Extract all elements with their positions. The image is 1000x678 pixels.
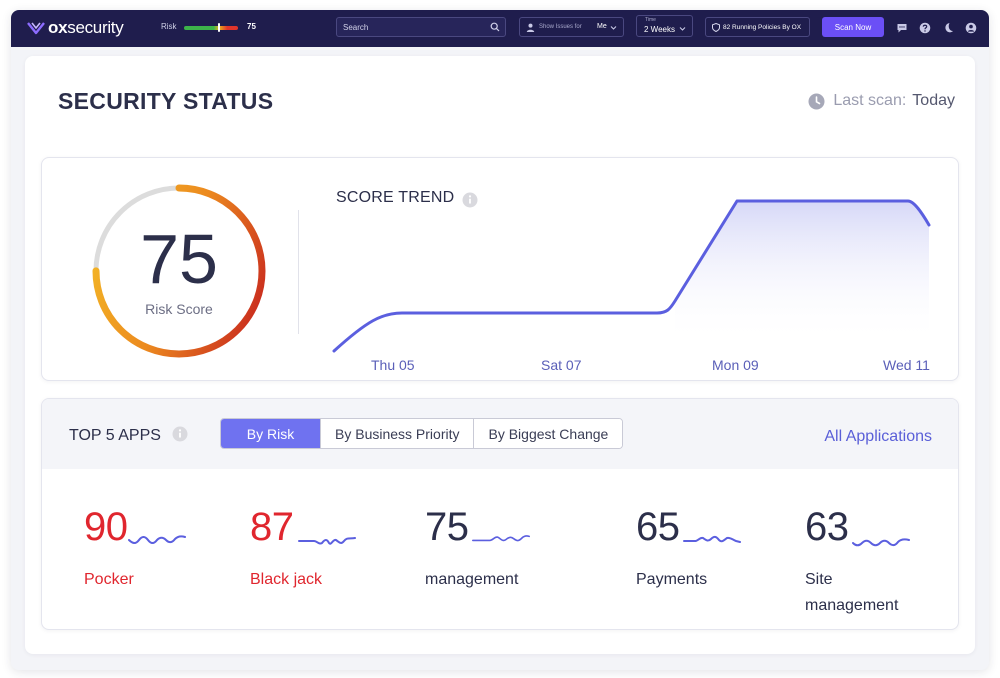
risk-label: Risk (161, 22, 177, 31)
app-name: Site management (805, 571, 899, 614)
tab-by-biggest-change[interactable]: By Biggest Change (474, 419, 623, 448)
last-scan-label: Last scan: (833, 92, 907, 109)
risk-bar (184, 26, 238, 30)
x-tick-label: Mon 09 (712, 357, 759, 373)
risk-score-value: 75 (140, 220, 218, 298)
score-trend-chart: Thu 05 Sat 07 Mon 09 Wed 11 (332, 199, 931, 373)
app-score: 90 (84, 505, 128, 549)
app-sparkline (472, 535, 530, 542)
top-apps-title: TOP 5 APPS (69, 427, 161, 444)
app-name: Black jack (250, 571, 323, 588)
panel-divider (298, 210, 299, 334)
logo[interactable]: oxsecurity (27, 18, 124, 38)
top-bar: oxsecurity Risk 75 Show Issues for Me Ti… (11, 10, 989, 47)
page-title: SECURITY STATUS (58, 88, 274, 114)
app-sparkline (128, 535, 186, 544)
running-policies-text: 82 Running Policies By OX (723, 24, 802, 31)
chevron-down-icon (679, 27, 686, 31)
time-range-select[interactable]: Time 2 Weeks (636, 15, 693, 37)
search-icon[interactable] (490, 22, 500, 32)
app-item-payments[interactable]: 65 Payments (636, 507, 707, 593)
issues-filter-label: Show Issues for (539, 24, 582, 30)
top-apps-header: TOP 5 APPS By Risk By Business Priority … (42, 399, 958, 469)
search-box[interactable] (336, 17, 506, 37)
app-name: Pocker (84, 571, 134, 588)
shield-icon (712, 23, 720, 32)
time-range-label: Time (645, 17, 656, 23)
trend-area-shade (675, 201, 929, 343)
app-item-black-jack[interactable]: 87 Black jack (250, 507, 322, 593)
user-icon (526, 23, 535, 32)
risk-score-label: Risk Score (145, 301, 213, 317)
last-scan-value: Today (912, 92, 955, 109)
sort-tabs: By Risk By Business Priority By Biggest … (220, 418, 624, 449)
issues-filter-select[interactable]: Show Issues for Me (519, 17, 624, 37)
tab-by-risk[interactable]: By Risk (221, 419, 321, 448)
search-input[interactable] (343, 21, 483, 34)
moon-icon[interactable] (942, 22, 954, 34)
app-name: Payments (636, 571, 708, 588)
top-apps-panel: TOP 5 APPS By Risk By Business Priority … (41, 398, 959, 630)
app-sparkline (852, 538, 910, 547)
chat-icon[interactable] (896, 22, 908, 34)
score-panel: 75 Risk Score SCORE TREND Thu 05 Sat 07 … (41, 157, 959, 381)
app-sparkline (683, 535, 741, 543)
x-tick-label: Sat 07 (541, 357, 582, 373)
clock-icon (808, 93, 825, 109)
trend-area (334, 351, 929, 373)
app-item-site-management[interactable]: 63 Site management (805, 507, 915, 619)
app-item-management[interactable]: 75 management (425, 507, 518, 593)
time-range-value: 2 Weeks (644, 25, 675, 34)
all-applications-link[interactable]: All Applications (824, 428, 932, 446)
running-policies-button[interactable]: 82 Running Policies By OX (705, 17, 810, 37)
last-scan: Last scan: Today (808, 92, 955, 110)
account-icon[interactable] (965, 22, 977, 34)
scan-now-button[interactable]: Scan Now (822, 17, 884, 37)
chevron-down-icon (610, 26, 617, 30)
tab-by-business-priority[interactable]: By Business Priority (321, 419, 475, 448)
issues-filter-value: Me (597, 23, 607, 30)
app-window: oxsecurity Risk 75 Show Issues for Me Ti… (11, 10, 989, 670)
x-tick-label: Wed 11 (883, 357, 930, 373)
app-name: management (425, 571, 519, 588)
info-icon[interactable] (172, 426, 188, 442)
risk-marker (217, 23, 220, 32)
x-tick-label: Thu 05 (371, 357, 415, 373)
ox-logo-icon (27, 22, 45, 35)
app-sparkline (298, 537, 356, 545)
risk-value: 75 (247, 22, 256, 31)
security-status-card: SECURITY STATUS Last scan: Today 75 Risk… (25, 56, 975, 654)
help-icon[interactable] (919, 22, 931, 34)
logo-text: oxsecurity (48, 18, 124, 37)
app-item-pocker[interactable]: 90 Pocker (84, 507, 134, 593)
